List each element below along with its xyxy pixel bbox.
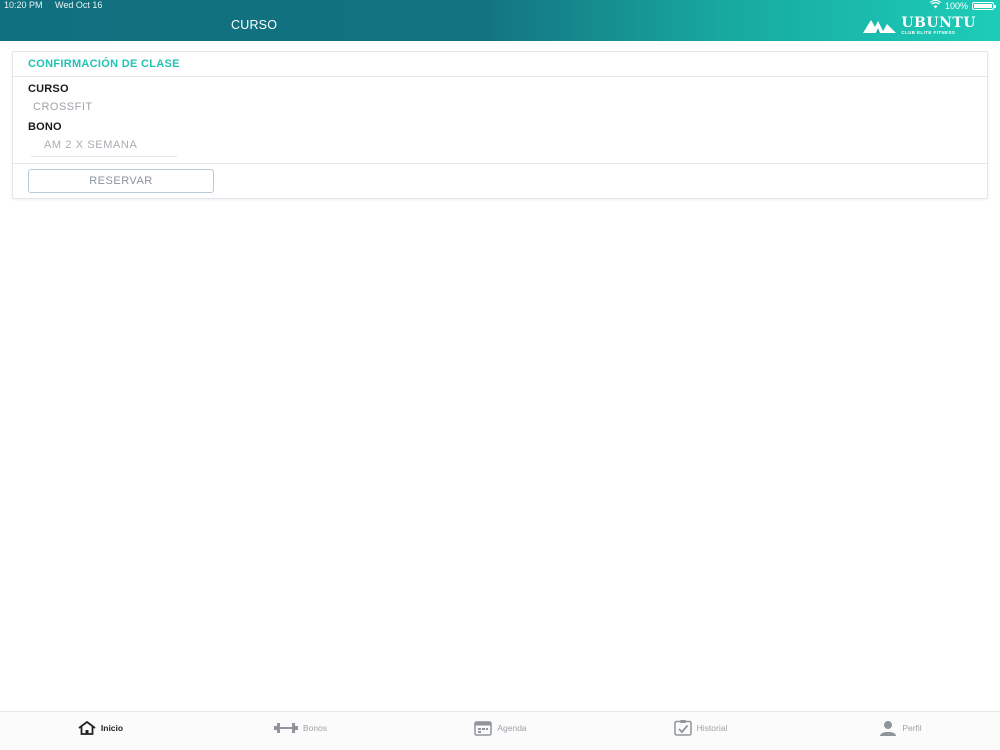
home-icon (78, 721, 96, 735)
status-bar-left: 10:20 PM Wed Oct 16 (4, 0, 112, 11)
checklist-icon (673, 720, 692, 736)
tab-historial[interactable]: Historial (600, 712, 800, 750)
person-icon (880, 721, 897, 736)
reserve-button[interactable]: RESERVAR (28, 169, 214, 193)
curso-label: CURSO (28, 83, 69, 95)
dumbbell-icon (273, 723, 298, 733)
bono-select[interactable]: AM 2 X SEMANA (31, 135, 177, 157)
tab-historial-label: Historial (696, 723, 728, 733)
card-header: CONFIRMACIÓN DE CLASE (13, 52, 987, 77)
tab-perfil[interactable]: Perfil (800, 712, 1000, 750)
card-divider (13, 163, 987, 164)
tab-bonos-label: Bonos (302, 723, 328, 733)
logo-mark-icon (863, 19, 897, 33)
tab-inicio[interactable]: Inicio (0, 712, 200, 750)
brand-name: UBUNTU (901, 15, 976, 31)
tab-agenda[interactable]: Agenda (400, 712, 600, 750)
curso-value: CROSSFIT (33, 101, 93, 113)
class-confirmation-card: CONFIRMACIÓN DE CLASE CURSO CROSSFIT BON… (12, 51, 988, 199)
wifi-icon (929, 0, 942, 12)
tab-bonos[interactable]: Bonos (200, 712, 400, 750)
tab-agenda-label: Agenda (497, 723, 527, 733)
status-time: 10:20 PM (4, 0, 43, 10)
calendar-icon (474, 721, 493, 736)
bottom-tab-bar: Inicio Bonos Agenda Historial Perfil (0, 711, 1000, 750)
status-date: Wed Oct 16 (55, 0, 103, 10)
battery-level (974, 4, 992, 8)
page-title: CURSO (231, 18, 278, 32)
tab-inicio-label: Inicio (100, 723, 124, 733)
bono-label: BONO (28, 121, 62, 133)
status-bar-right: 100% (929, 0, 996, 12)
top-bar: 10:20 PM Wed Oct 16 100% CURSO UBUNTU CL… (0, 0, 1000, 41)
tab-perfil-label: Perfil (902, 723, 922, 733)
battery-percent: 100% (944, 0, 968, 11)
brand-tagline: CLUB ELITE FITNESS (901, 30, 956, 35)
battery-icon (972, 2, 996, 10)
brand-logo: UBUNTU CLUB ELITE FITNESS (863, 16, 976, 36)
